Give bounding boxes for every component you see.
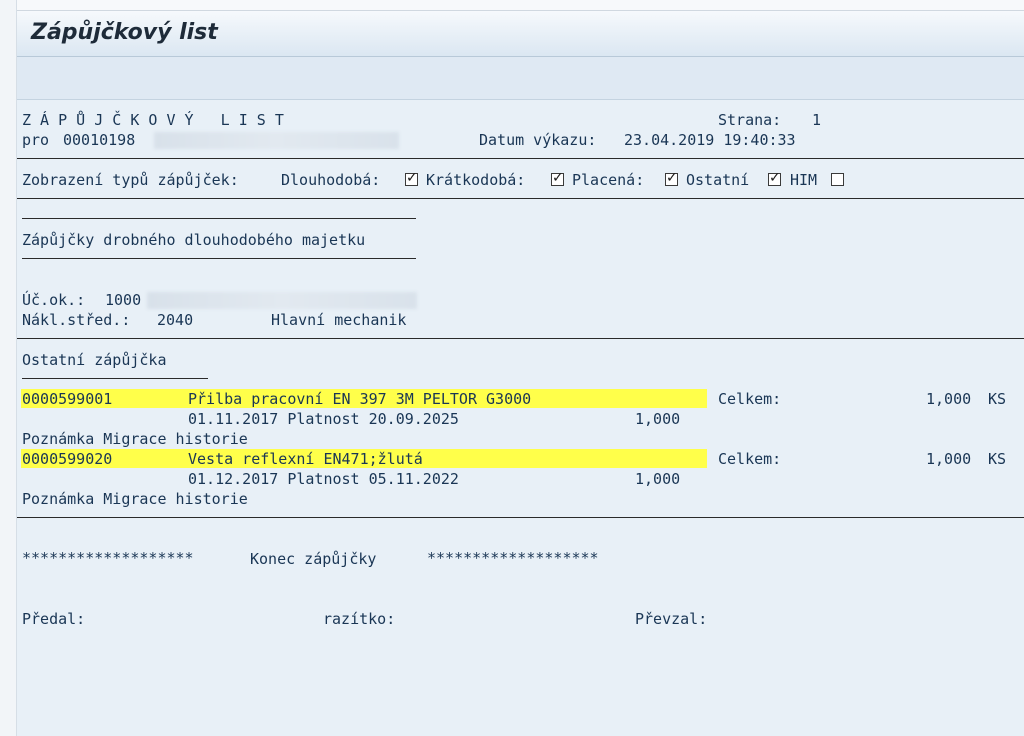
cost-center-label: Nákl.střed.: (22, 311, 131, 329)
for-label: pro (22, 131, 50, 149)
section-rule-top (22, 218, 416, 219)
left-frame-edge (0, 0, 17, 736)
item-note: Poznámka Migrace historie (22, 430, 248, 448)
filter-label-other: Ostatní (686, 171, 750, 189)
page-label: Strana: (718, 111, 782, 129)
account-label: Úč.ok.: (22, 291, 86, 309)
separator-line (17, 338, 1024, 339)
checkbox-short-term[interactable] (551, 170, 564, 186)
window-top-edge (0, 0, 1024, 11)
filter-label: Zobrazení typů zápůjček: (22, 171, 239, 189)
end-stars-left: ******************* (22, 549, 194, 567)
received-label: Převzal: (635, 610, 708, 628)
redacted-name (154, 132, 399, 149)
checkbox-him[interactable] (831, 173, 844, 186)
item-description: Vesta reflexní EN471;žlutá (188, 450, 423, 468)
personnel-number: 00010198 (63, 131, 136, 149)
item-total-label: Celkem: (718, 390, 782, 408)
item-qty: 1,000 (635, 410, 681, 428)
checkbox-paid[interactable] (665, 170, 678, 186)
end-stars-right: ******************* (427, 549, 599, 567)
item-unit: KS (988, 390, 1007, 408)
end-label: Konec zápůjčky (250, 550, 377, 568)
separator-line (17, 198, 1024, 199)
item-total-qty: 1,000 (926, 390, 972, 408)
item-number[interactable]: 0000599001 (22, 389, 112, 409)
filter-label-paid: Placená: (572, 171, 645, 189)
account-value: 1000 (105, 291, 142, 309)
window-title: Zápůjčkový list (31, 20, 218, 45)
filter-label-long-term: Dlouhodobá: (281, 171, 381, 189)
date-value: 23.04.2019 19:40:33 (624, 131, 796, 149)
title-bar: Zápůjčkový list (17, 11, 1024, 57)
item-total-qty: 1,000 (926, 450, 972, 468)
loan-type-underline (22, 378, 208, 379)
stamp-label: razítko: (323, 610, 396, 628)
application-toolbar (17, 57, 1024, 100)
loan-type-title: Ostatní zápůjčka (22, 351, 167, 369)
item-total-label: Celkem: (718, 450, 782, 468)
section-rule-bottom (22, 258, 416, 259)
filter-label-him: HIM (790, 171, 818, 189)
separator-line (17, 158, 1024, 159)
item-dates: 01.12.2017 Platnost 05.11.2022 (188, 470, 459, 488)
report-window: Zápůjčkový list Z Á P Ů J Č K O V Ý L I … (0, 0, 1024, 736)
handed-over-label: Předal: (22, 610, 86, 628)
redacted-account-name (147, 292, 417, 309)
checkbox-long-term[interactable] (405, 170, 418, 186)
section-title: Zápůjčky drobného dlouhodobého majetku (22, 231, 366, 249)
item-unit: KS (988, 450, 1007, 468)
report-heading: Z Á P Ů J Č K O V Ý L I S T (22, 111, 284, 129)
separator-line (17, 517, 1024, 518)
item-qty: 1,000 (635, 470, 681, 488)
date-label: Datum výkazu: (479, 131, 597, 149)
item-note: Poznámka Migrace historie (22, 490, 248, 508)
item-dates: 01.11.2017 Platnost 20.09.2025 (188, 410, 459, 428)
item-description: Přilba pracovní EN 397 3M PELTOR G3000 (188, 390, 532, 408)
cost-center-value: 2040 (157, 311, 194, 329)
checkbox-other[interactable] (768, 170, 781, 186)
cost-center-name: Hlavní mechanik (271, 311, 407, 329)
report-list[interactable]: Z Á P Ů J Č K O V Ý L I S T Strana: 1 pr… (17, 100, 1024, 736)
page-number: 1 (812, 111, 822, 129)
item-number[interactable]: 0000599020 (22, 449, 112, 469)
filter-label-short-term: Krátkodobá: (426, 171, 526, 189)
